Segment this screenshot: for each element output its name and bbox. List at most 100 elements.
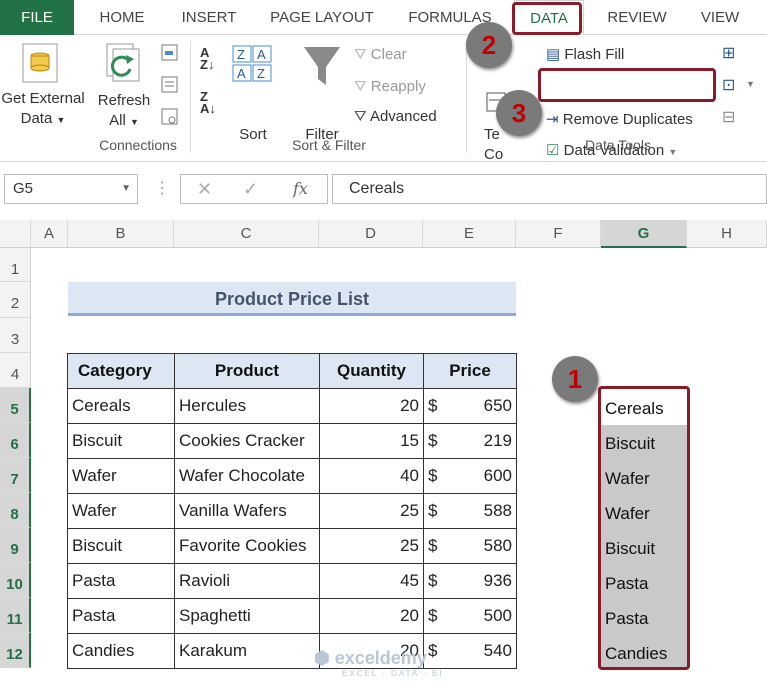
- what-if-analysis-icon[interactable]: ⊡: [722, 75, 735, 95]
- formula-bar: G5 ▼ ⋮ ✕ ✓ fx Cereals: [0, 170, 767, 210]
- row-header-11[interactable]: 11: [0, 598, 31, 633]
- cell-quantity[interactable]: 40: [319, 458, 424, 494]
- table-row: Pasta Spaghetti 20 $500: [67, 598, 517, 634]
- edit-links-icon[interactable]: [160, 107, 180, 127]
- row-header-6[interactable]: 6: [0, 423, 31, 458]
- row-header-2[interactable]: 2: [0, 282, 31, 318]
- row-header-4[interactable]: 4: [0, 353, 31, 388]
- column-header-e[interactable]: E: [423, 220, 516, 248]
- group-divider: [466, 41, 467, 153]
- cell-price[interactable]: $580: [423, 528, 517, 564]
- tab-insert[interactable]: INSERT: [172, 0, 246, 35]
- row-header-8[interactable]: 8: [0, 493, 31, 528]
- cell-price[interactable]: $650: [423, 388, 517, 424]
- formula-input[interactable]: Cereals: [332, 174, 767, 204]
- clear-filter-icon: ⛛: [354, 46, 367, 63]
- cell-category[interactable]: Cereals: [67, 388, 175, 424]
- properties-icon[interactable]: [160, 75, 180, 95]
- cell-quantity[interactable]: 45: [319, 563, 424, 599]
- column-header-h[interactable]: H: [687, 220, 767, 248]
- cell-quantity[interactable]: 20: [319, 388, 424, 424]
- cell-category[interactable]: Wafer: [67, 493, 175, 529]
- column-header-b[interactable]: B: [68, 220, 174, 248]
- table-row: Pasta Ravioli 45 $936: [67, 563, 517, 599]
- cell-category[interactable]: Wafer: [67, 458, 175, 494]
- cell-product[interactable]: Ravioli: [174, 563, 320, 599]
- cell-price[interactable]: $219: [423, 423, 517, 459]
- cell-quantity[interactable]: 25: [319, 493, 424, 529]
- row-header-3[interactable]: 3: [0, 318, 31, 353]
- cell-category[interactable]: Biscuit: [67, 423, 175, 459]
- tab-file[interactable]: FILE: [0, 0, 74, 35]
- row-header-5[interactable]: 5: [0, 388, 31, 423]
- tab-home[interactable]: HOME: [88, 0, 156, 35]
- get-external-data-button[interactable]: Get External Data ▼: [0, 89, 86, 130]
- header-category[interactable]: Category: [67, 353, 175, 389]
- remove-duplicates-button[interactable]: ⇥ Remove Duplicates: [546, 110, 716, 130]
- row-header-9[interactable]: 9: [0, 528, 31, 563]
- column-header-c[interactable]: C: [174, 220, 319, 248]
- flash-fill-button[interactable]: ▤ Flash Fill: [546, 45, 676, 65]
- svg-text:A: A: [257, 47, 266, 62]
- column-header-d[interactable]: D: [319, 220, 423, 248]
- cell-quantity[interactable]: 25: [319, 528, 424, 564]
- reapply-button[interactable]: ⛛ Reapply: [354, 77, 454, 97]
- cell-product[interactable]: Cookies Cracker: [174, 423, 320, 459]
- cell-category[interactable]: Candies: [67, 633, 175, 669]
- flash-fill-icon: ▤: [546, 46, 561, 63]
- column-header-f[interactable]: F: [516, 220, 601, 248]
- row-header-7[interactable]: 7: [0, 458, 31, 493]
- connections-icon[interactable]: [160, 43, 180, 63]
- watermark-tagline: EXCEL · DATA · BI: [342, 669, 444, 678]
- consolidate-icon[interactable]: ⊞: [722, 43, 735, 63]
- tab-review[interactable]: REVIEW: [596, 0, 678, 35]
- select-all-corner[interactable]: [0, 220, 31, 248]
- svg-text:Z: Z: [257, 66, 265, 81]
- header-price[interactable]: Price: [423, 353, 517, 389]
- cell-product[interactable]: Karakum: [174, 633, 320, 669]
- cell-category[interactable]: Pasta: [67, 563, 175, 599]
- dropdown-arrow-icon[interactable]: ▼: [746, 79, 755, 89]
- tab-view[interactable]: VIEW: [690, 0, 750, 35]
- cell-product[interactable]: Vanilla Wafers: [174, 493, 320, 529]
- cell-product[interactable]: Hercules: [174, 388, 320, 424]
- cell-category[interactable]: Biscuit: [67, 528, 175, 564]
- get-external-data-label: Get External: [1, 90, 85, 107]
- advanced-button[interactable]: ⛛ Advanced: [354, 107, 460, 127]
- cell-price[interactable]: $600: [423, 458, 517, 494]
- refresh-all-button[interactable]: Refresh All ▼: [92, 91, 156, 132]
- cell-category[interactable]: Pasta: [67, 598, 175, 634]
- name-box[interactable]: G5 ▼: [4, 174, 138, 204]
- tab-page-layout[interactable]: PAGE LAYOUT: [262, 0, 382, 35]
- insert-function-icon[interactable]: fx: [293, 175, 308, 203]
- product-table: Category Product Quantity Price Cereals …: [67, 353, 517, 669]
- cell-price[interactable]: $500: [423, 598, 517, 634]
- sort-descending-icon[interactable]: Z A↓: [200, 90, 216, 115]
- relationships-icon[interactable]: ⊟: [722, 107, 735, 127]
- row-header-1[interactable]: 1: [0, 248, 31, 282]
- cell-product[interactable]: Favorite Cookies: [174, 528, 320, 564]
- header-product[interactable]: Product: [174, 353, 320, 389]
- header-quantity[interactable]: Quantity: [319, 353, 424, 389]
- enter-icon[interactable]: ✓: [243, 175, 258, 203]
- column-header-a[interactable]: A: [31, 220, 68, 248]
- cell-price[interactable]: $588: [423, 493, 517, 529]
- cancel-icon[interactable]: ✕: [197, 175, 212, 203]
- cell-quantity[interactable]: 20: [319, 598, 424, 634]
- sort-ascending-icon[interactable]: A Z↓: [200, 46, 214, 71]
- chevron-down-icon[interactable]: ▼: [121, 175, 131, 203]
- table-row: Biscuit Cookies Cracker 15 $219: [67, 423, 517, 459]
- more-options-icon: ⋮: [154, 180, 170, 197]
- cell-price[interactable]: $936: [423, 563, 517, 599]
- currency-symbol: $: [428, 431, 438, 450]
- cell-quantity[interactable]: 15: [319, 423, 424, 459]
- cell-product[interactable]: Wafer Chocolate: [174, 458, 320, 494]
- dropdown-arrow-icon: ▼: [129, 117, 139, 127]
- sheet-title[interactable]: Product Price List: [68, 282, 516, 316]
- row-header-10[interactable]: 10: [0, 563, 31, 598]
- cell-product[interactable]: Spaghetti: [174, 598, 320, 634]
- clear-button[interactable]: ⛛ Clear: [354, 45, 444, 65]
- currency-symbol: $: [428, 536, 438, 555]
- row-header-12[interactable]: 12: [0, 633, 31, 668]
- column-header-g[interactable]: G: [601, 220, 687, 248]
